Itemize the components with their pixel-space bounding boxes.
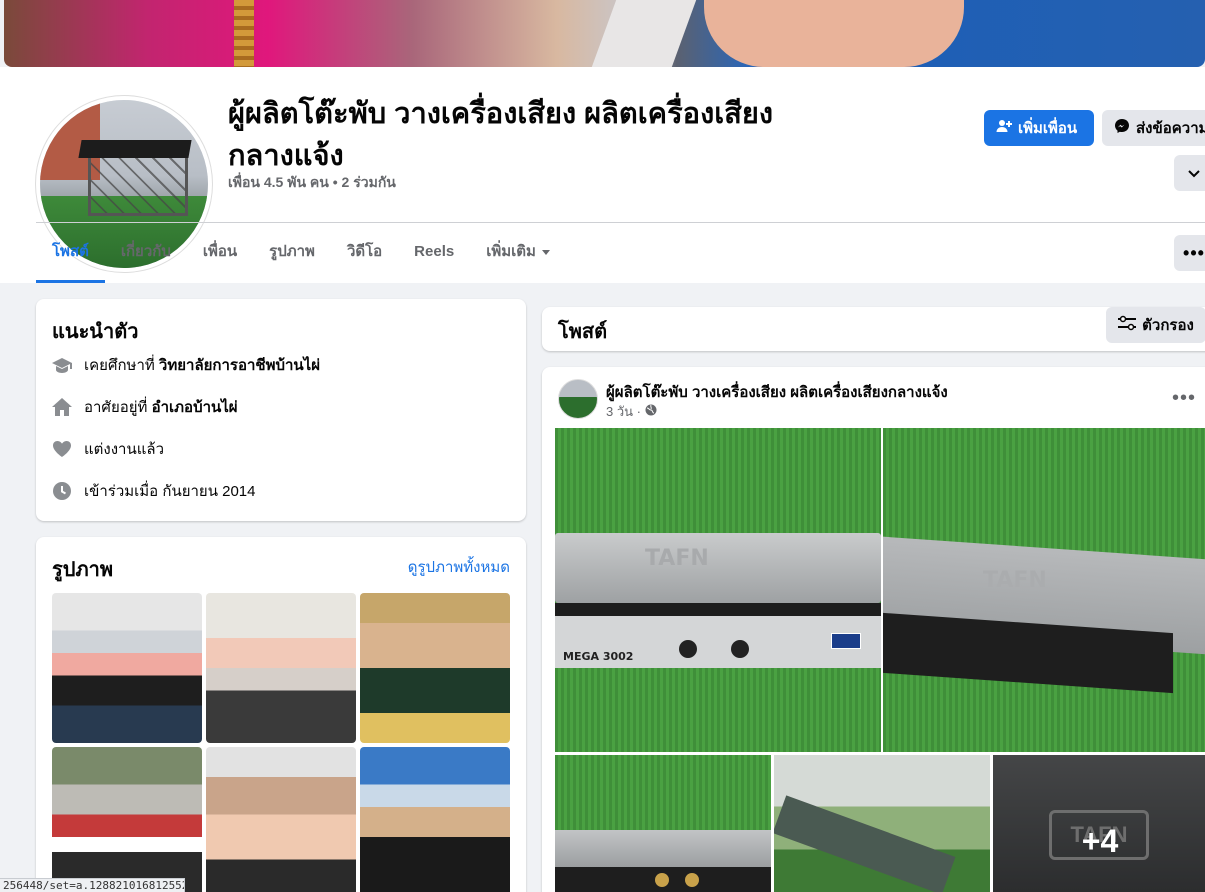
post-photo-more[interactable]: TAFN +4 [993,755,1205,892]
photo-thumbnail[interactable] [206,593,356,743]
heart-icon [52,439,72,459]
tab-reels[interactable]: Reels [398,223,470,283]
tab-photos[interactable]: รูปภาพ [253,223,331,283]
filter-icon [1118,315,1137,335]
amp-brand-text: TAFN [645,546,709,571]
cover-detail [591,0,697,67]
caret-down-icon [541,249,550,255]
intro-joined-text: เข้าร่วมเมื่อ กันยายน 2014 [84,483,256,500]
photos-card: รูปภาพ ดูรูปภาพทั้งหมด [36,537,526,892]
intro-title: แนะนำตัว [52,321,139,343]
post-card: ผู้ผลิตโต๊ะพับ วางเครื่องเสียง ผลิตเครื่… [542,367,1205,892]
post-author-name[interactable]: ผู้ผลิตโต๊ะพับ วางเครื่องเสียง ผลิตเครื่… [606,380,948,404]
post-photo[interactable]: TAFN MEGA 3002 [555,428,881,752]
intro-residence-prefix: อาศัยอยู่ที่ [84,399,152,416]
message-button[interactable]: ส่งข้อความ [1102,110,1205,146]
photos-grid [52,593,510,892]
tab-more[interactable]: เพิ่มเติม [470,223,566,283]
status-url: 256448/set=a.1288210168125524 [0,878,185,892]
post-photo[interactable]: TAFN [883,428,1205,752]
profile-header: ผู้ผลิตโต๊ะพับ วางเครื่องเสียง ผลิตเครื่… [0,67,1205,283]
post-photo[interactable] [555,755,771,892]
chevron-down-icon [1188,165,1200,182]
profile-name-line2: กลางแจ้ง [228,140,344,172]
add-friend-label: เพิ่มเพื่อน [1018,120,1078,137]
add-friend-icon [996,118,1012,138]
cover-detail [234,0,254,67]
tab-about[interactable]: เกี่ยวกับ [105,223,187,283]
profile-name: ผู้ผลิตโต๊ะพับ วางเครื่องเสียง ผลิตเครื่… [228,93,908,177]
profile-tabs: โพสต์ เกี่ยวกับ เพื่อน รูปภาพ วิดีโอ Ree… [36,223,566,283]
intro-residence-place[interactable]: อำเภอบ้านไผ่ [152,399,238,416]
photos-title: รูปภาพ [52,559,114,581]
photo-thumbnail[interactable] [360,747,510,892]
photo-thumbnail[interactable] [206,747,356,892]
intro-education-prefix: เคยศึกษาที่ [84,357,159,374]
messenger-icon [1114,118,1130,138]
intro-relationship: แต่งงานแล้ว [52,437,164,461]
add-friend-button[interactable]: เพิ่มเพื่อน [984,110,1094,146]
profile-menu-button[interactable]: ••• [1174,235,1205,271]
more-dots-icon: ••• [1183,242,1205,263]
tab-posts[interactable]: โพสต์ [36,223,105,283]
filter-button[interactable]: ตัวกรอง [1106,307,1205,343]
filter-label: ตัวกรอง [1142,317,1194,334]
post-author-avatar[interactable] [558,379,598,419]
posts-header: โพสต์ ตัวกรอง [542,307,1205,351]
post-timestamp[interactable]: 3 วัน · [606,401,641,422]
tab-videos[interactable]: วิดีโอ [331,223,398,283]
more-actions-button[interactable] [1174,155,1205,191]
cover-detail [704,0,964,67]
photo-thumbnail[interactable] [360,593,510,743]
photo-thumbnail[interactable] [52,747,202,892]
photo-thumbnail[interactable] [52,593,202,743]
intro-residence: อาศัยอยู่ที่ อำเภอบ้านไผ่ [52,395,238,419]
graduation-cap-icon [52,355,72,375]
intro-joined: เข้าร่วมเมื่อ กันยายน 2014 [52,479,256,503]
message-label: ส่งข้อความ [1136,120,1205,137]
amp-brand-text: TAFN [983,568,1047,593]
posts-title: โพสต์ [558,321,608,343]
amp-model-text: MEGA 3002 [563,650,634,663]
friends-count[interactable]: เพื่อน 4.5 พัน คน • 2 ร่วมกัน [228,172,396,194]
cover-photo[interactable] [4,0,1205,67]
post-photo[interactable] [774,755,990,892]
globe-icon [645,404,657,419]
intro-card: แนะนำตัว เคยศึกษาที่ วิทยาลัยการอาชีพบ้า… [36,299,526,521]
intro-education: เคยศึกษาที่ วิทยาลัยการอาชีพบ้านไผ่ [52,353,320,377]
tab-friends[interactable]: เพื่อน [187,223,253,283]
clock-icon [52,481,72,501]
see-all-photos-link[interactable]: ดูรูปภาพทั้งหมด [408,555,510,579]
post-meta: 3 วัน · [606,401,657,422]
more-photos-count: +4 [993,755,1205,892]
intro-education-school[interactable]: วิทยาลัยการอาชีพบ้านไผ่ [159,357,320,374]
profile-name-line1: ผู้ผลิตโต๊ะพับ วางเครื่องเสียง ผลิตเครื่… [228,98,773,130]
tab-more-label: เพิ่มเติม [486,243,536,260]
home-icon [52,397,72,417]
post-options-icon[interactable]: ••• [1172,387,1196,410]
intro-relationship-text: แต่งงานแล้ว [84,441,165,458]
